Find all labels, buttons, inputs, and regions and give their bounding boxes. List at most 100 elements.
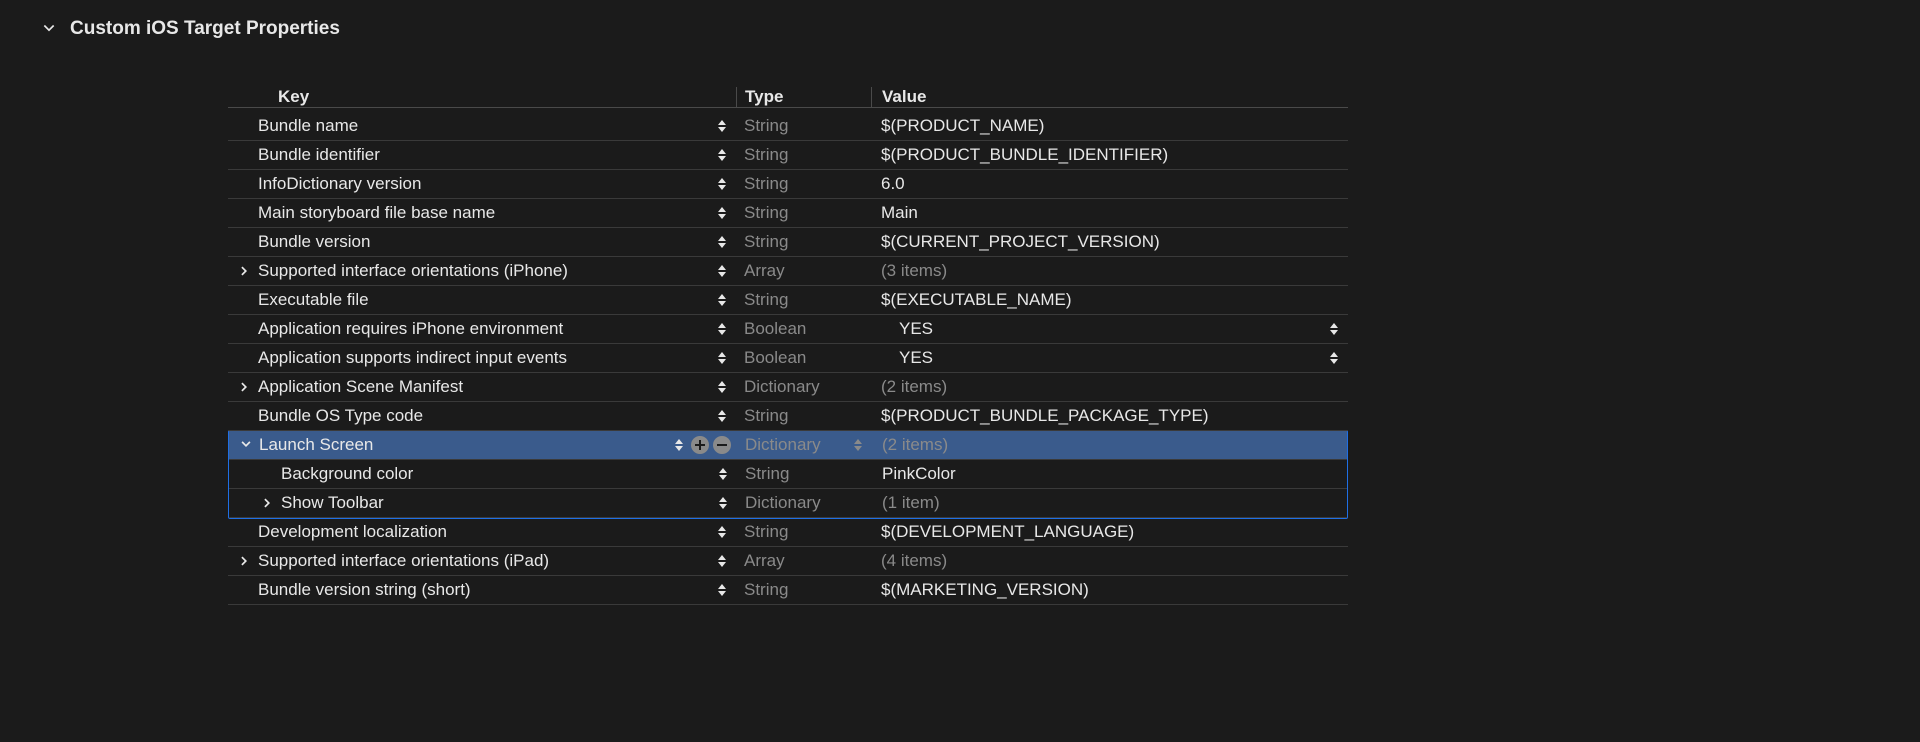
type-cell[interactable]: String [736,145,871,165]
value-cell[interactable]: Main [871,203,1348,223]
value-cell[interactable]: $(DEVELOPMENT_LANGUAGE) [871,522,1348,542]
stepper-icon[interactable] [714,146,730,164]
disclosure-triangle[interactable] [259,497,277,509]
value-cell[interactable]: (4 items) [871,551,1348,571]
key-cell[interactable]: Launch Screen [229,435,737,455]
key-cell[interactable]: Bundle version string (short) [228,580,736,600]
table-row[interactable]: Application requires iPhone environmentB… [228,315,1348,344]
value-cell[interactable]: $(EXECUTABLE_NAME) [871,290,1348,310]
value-cell[interactable]: YES [871,348,1348,368]
key-cell[interactable]: Background color [229,464,737,484]
disclosure-triangle[interactable] [236,555,254,567]
table-row[interactable]: Show ToolbarDictionary(1 item) [229,489,1347,518]
stepper-icon[interactable] [714,175,730,193]
table-row[interactable]: Supported interface orientations (iPhone… [228,257,1348,286]
value-cell[interactable]: $(CURRENT_PROJECT_VERSION) [871,232,1348,252]
key-cell[interactable]: Executable file [228,290,736,310]
key-cell[interactable]: Bundle identifier [228,145,736,165]
stepper-icon[interactable] [714,581,730,599]
key-cell[interactable]: Supported interface orientations (iPad) [228,551,736,571]
table-row[interactable]: Bundle versionString$(CURRENT_PROJECT_VE… [228,228,1348,257]
stepper-icon[interactable] [714,204,730,222]
stepper-icon[interactable] [714,552,730,570]
stepper-icon[interactable] [714,117,730,135]
stepper-icon[interactable] [714,349,730,367]
value-cell[interactable]: $(PRODUCT_BUNDLE_IDENTIFIER) [871,145,1348,165]
type-cell[interactable]: Dictionary [737,493,872,513]
disclosure-triangle[interactable] [236,265,254,277]
column-header-value[interactable]: Value [871,87,1348,107]
value-cell[interactable]: PinkColor [872,464,1347,484]
stepper-icon[interactable] [714,262,730,280]
stepper-icon[interactable] [714,407,730,425]
table-row[interactable]: Bundle nameString$(PRODUCT_NAME) [228,112,1348,141]
add-key-button[interactable] [691,436,709,454]
table-row[interactable]: Bundle identifierString$(PRODUCT_BUNDLE_… [228,141,1348,170]
stepper-icon[interactable] [714,291,730,309]
remove-key-button[interactable] [713,436,731,454]
key-cell[interactable]: InfoDictionary version [228,174,736,194]
key-cell[interactable]: Application supports indirect input even… [228,348,736,368]
stepper-icon[interactable] [714,523,730,541]
table-row[interactable]: Background colorStringPinkColor [229,460,1347,489]
type-cell[interactable]: String [736,522,871,542]
value-cell[interactable]: (1 item) [872,493,1347,513]
column-header-key[interactable]: Key [228,87,736,107]
type-cell[interactable]: String [736,406,871,426]
table-row[interactable]: Launch ScreenDictionary(2 items) [229,431,1347,460]
table-row[interactable]: Bundle OS Type codeString$(PRODUCT_BUNDL… [228,402,1348,431]
table-row[interactable]: Bundle version string (short)String$(MAR… [228,576,1348,605]
table-row[interactable]: Development localizationString$(DEVELOPM… [228,518,1348,547]
disclosure-triangle[interactable] [236,381,254,393]
value-cell[interactable]: (3 items) [871,261,1348,281]
table-row[interactable]: Executable fileString$(EXECUTABLE_NAME) [228,286,1348,315]
key-cell[interactable]: Application requires iPhone environment [228,319,736,339]
table-row[interactable]: InfoDictionary versionString6.0 [228,170,1348,199]
disclosure-triangle[interactable] [237,439,255,451]
stepper-icon[interactable] [715,494,731,512]
value-cell[interactable]: $(MARKETING_VERSION) [871,580,1348,600]
value-cell[interactable]: $(PRODUCT_NAME) [871,116,1348,136]
table-row[interactable]: Application supports indirect input even… [228,344,1348,373]
type-cell[interactable]: String [736,232,871,252]
column-header-type[interactable]: Type [736,87,871,107]
value-cell[interactable]: $(PRODUCT_BUNDLE_PACKAGE_TYPE) [871,406,1348,426]
value-cell[interactable]: (2 items) [872,435,1347,455]
table-row[interactable]: Supported interface orientations (iPad)A… [228,547,1348,576]
type-cell[interactable]: Dictionary [737,435,872,455]
type-cell[interactable]: Boolean [736,319,871,339]
table-row[interactable]: Application Scene ManifestDictionary(2 i… [228,373,1348,402]
type-cell[interactable]: String [736,580,871,600]
section-header[interactable]: Custom iOS Target Properties [40,18,1920,40]
value-cell[interactable]: YES [871,319,1348,339]
key-cell[interactable]: Bundle name [228,116,736,136]
stepper-icon[interactable] [671,436,687,454]
stepper-icon[interactable] [714,320,730,338]
table-row[interactable]: Main storyboard file base nameStringMain [228,199,1348,228]
type-cell[interactable]: String [737,464,872,484]
stepper-icon[interactable] [714,378,730,396]
type-cell[interactable]: String [736,203,871,223]
stepper-icon[interactable] [1326,349,1342,367]
type-cell[interactable]: Boolean [736,348,871,368]
stepper-icon[interactable] [850,436,866,454]
type-cell[interactable]: Array [736,551,871,571]
key-cell[interactable]: Bundle OS Type code [228,406,736,426]
stepper-icon[interactable] [714,233,730,251]
key-cell[interactable]: Show Toolbar [229,493,737,513]
key-cell[interactable]: Supported interface orientations (iPhone… [228,261,736,281]
value-cell[interactable]: (2 items) [871,377,1348,397]
key-cell[interactable]: Main storyboard file base name [228,203,736,223]
type-cell[interactable]: String [736,116,871,136]
stepper-icon[interactable] [715,465,731,483]
chevron-down-icon[interactable] [40,20,58,38]
type-cell[interactable]: Dictionary [736,377,871,397]
value-cell[interactable]: 6.0 [871,174,1348,194]
key-cell[interactable]: Application Scene Manifest [228,377,736,397]
key-cell[interactable]: Bundle version [228,232,736,252]
type-cell[interactable]: String [736,174,871,194]
type-cell[interactable]: Array [736,261,871,281]
key-cell[interactable]: Development localization [228,522,736,542]
type-cell[interactable]: String [736,290,871,310]
stepper-icon[interactable] [1326,320,1342,338]
